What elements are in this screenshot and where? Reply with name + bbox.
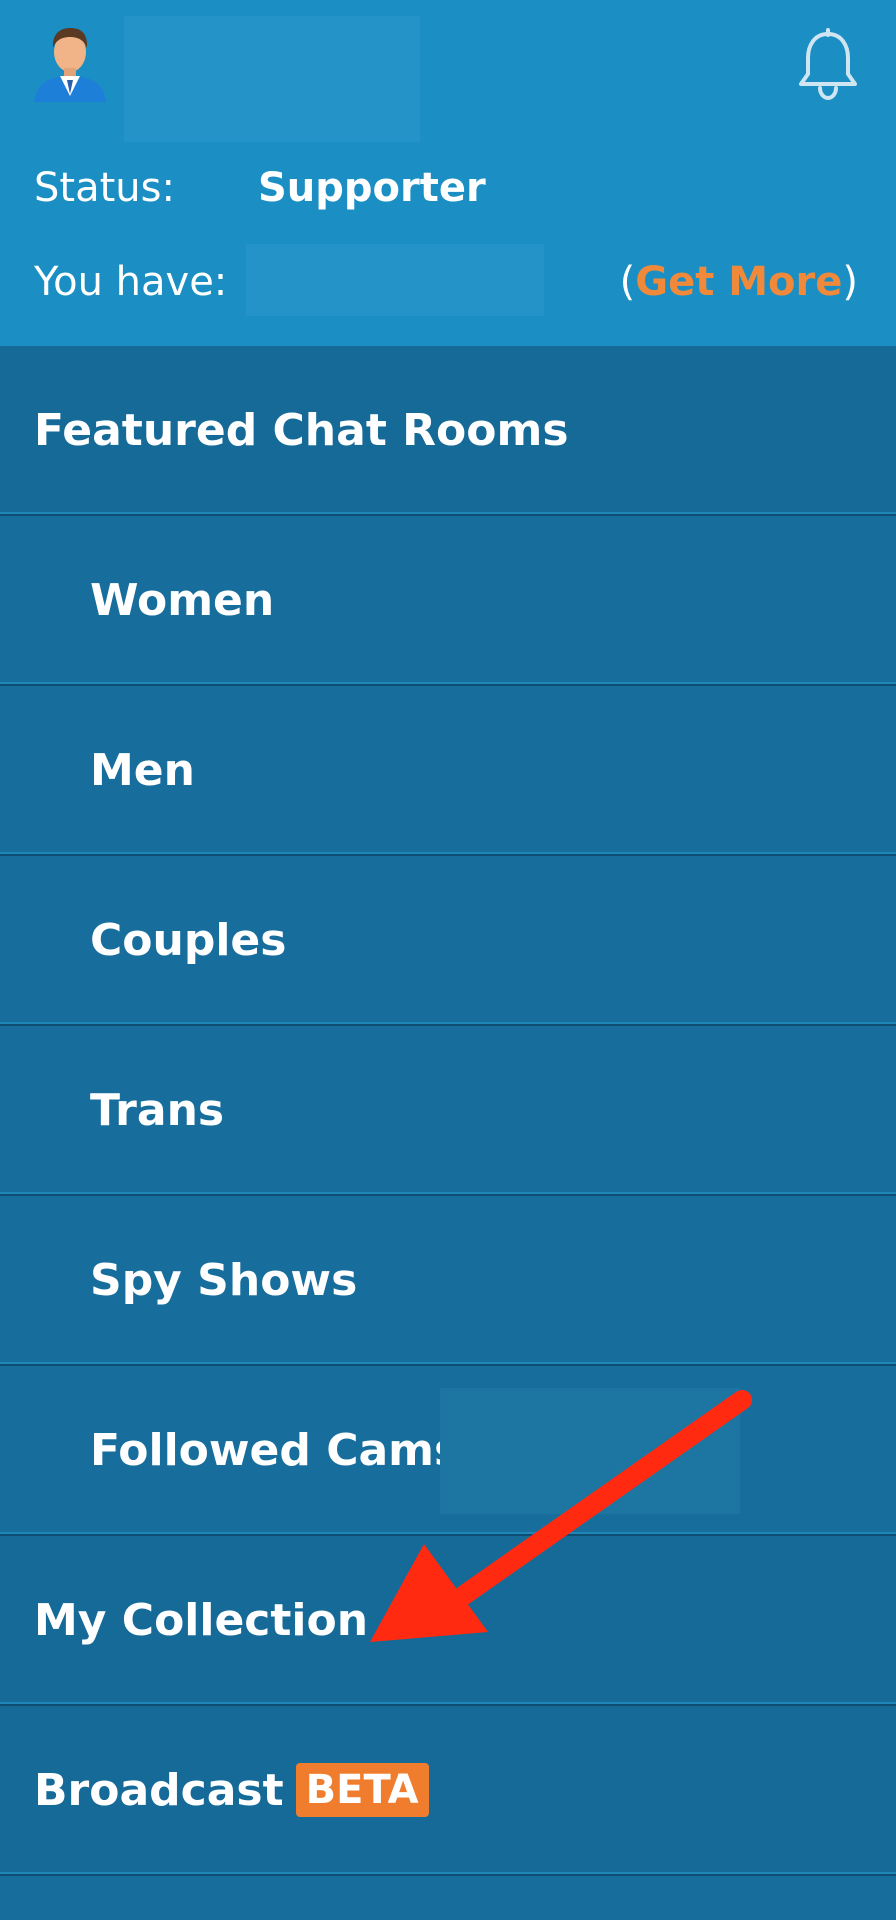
menu-item-followed-cams[interactable]: Followed Cams	[0, 1366, 896, 1536]
side-menu-screen: Status: Supporter You have: (Get More) F…	[0, 0, 896, 1920]
username-redacted	[124, 16, 420, 142]
followed-count-redacted	[440, 1388, 740, 1514]
get-more: (Get More)	[620, 256, 858, 308]
menu-item-trans[interactable]: Trans	[0, 1026, 896, 1196]
get-more-close-paren: )	[842, 259, 858, 305]
menu-item-label: Couples	[90, 914, 287, 966]
get-more-open-paren: (	[619, 259, 636, 305]
status-value: Supporter	[258, 165, 486, 211]
menu-item-spy-shows[interactable]: Spy Shows	[0, 1196, 896, 1366]
menu-item-label: Followed Cams	[90, 1424, 461, 1476]
bell-icon[interactable]	[796, 28, 860, 102]
menu-item-label: Broadcast	[34, 1764, 284, 1816]
balance-redacted	[246, 244, 544, 316]
menu-item-broadcast[interactable]: Broadcast BETA	[0, 1706, 896, 1876]
navigation-menu: Featured Chat Rooms Women Men Couples Tr…	[0, 346, 896, 1876]
user-avatar-icon[interactable]	[30, 22, 110, 102]
balance-label: You have:	[34, 259, 228, 305]
status-label: Status:	[34, 165, 175, 211]
account-header: Status: Supporter You have: (Get More)	[0, 0, 896, 346]
menu-item-label: Trans	[90, 1084, 225, 1136]
get-more-link[interactable]: Get More	[635, 259, 842, 305]
menu-item-label: Women	[90, 574, 275, 626]
menu-item-my-collection[interactable]: My Collection	[0, 1536, 896, 1706]
menu-item-couples[interactable]: Couples	[0, 856, 896, 1026]
beta-badge: BETA	[295, 1763, 429, 1817]
menu-item-label: My Collection	[34, 1594, 369, 1646]
menu-item-men[interactable]: Men	[0, 686, 896, 856]
menu-item-label: Spy Shows	[90, 1254, 358, 1306]
menu-item-women[interactable]: Women	[0, 516, 896, 686]
menu-item-label: Men	[90, 744, 195, 796]
menu-item-featured-chat-rooms[interactable]: Featured Chat Rooms	[0, 346, 896, 516]
menu-item-label: Featured Chat Rooms	[34, 404, 569, 456]
